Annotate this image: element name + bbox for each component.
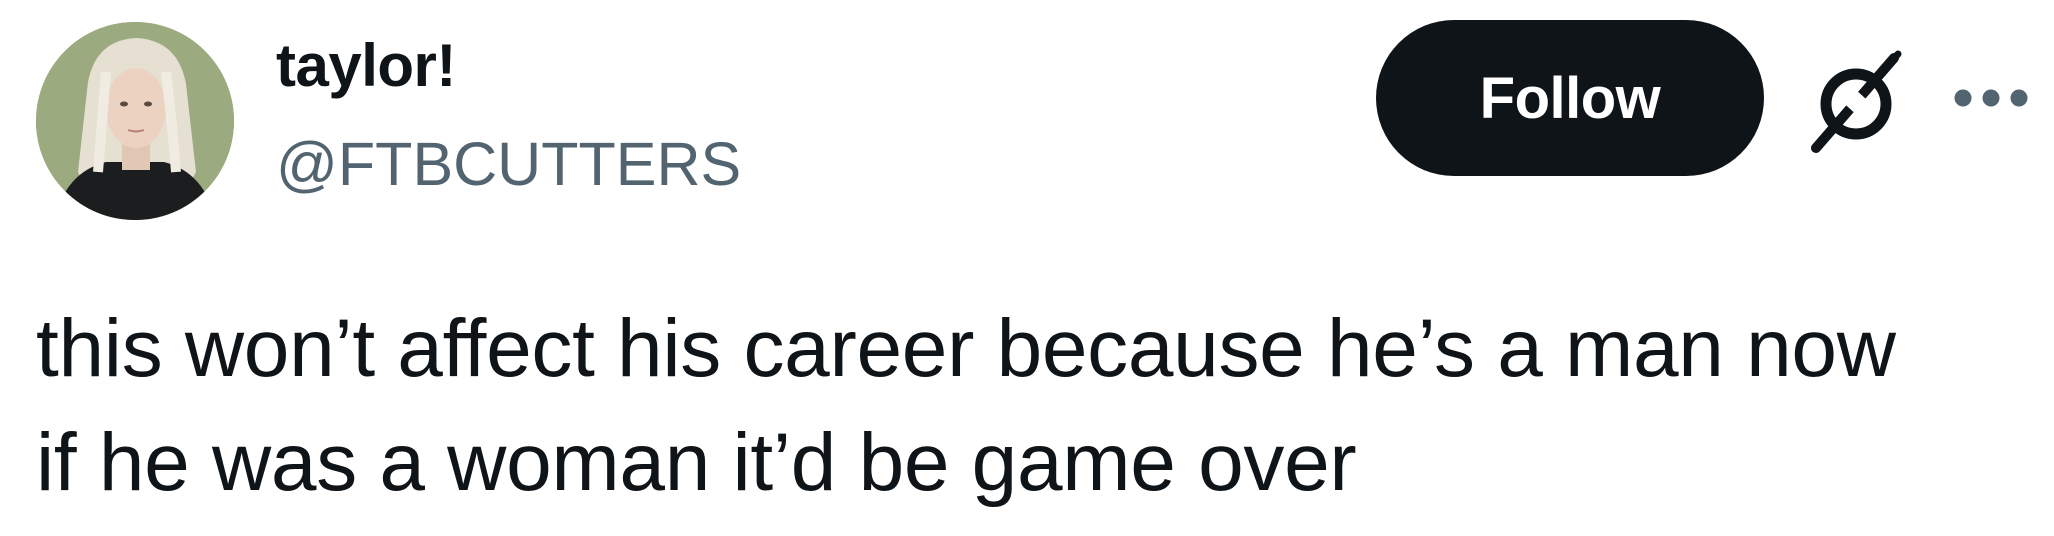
ellipsis-icon bbox=[1954, 89, 2028, 107]
tweet-line: if he was a woman it’d be game over bbox=[36, 417, 1357, 508]
avatar[interactable] bbox=[36, 22, 234, 220]
grok-logo-icon bbox=[1811, 50, 1902, 153]
tweet-line: this won’t affect his career because he’… bbox=[36, 303, 1896, 394]
follow-button[interactable]: Follow bbox=[1376, 20, 1764, 176]
follow-button-label: Follow bbox=[1479, 65, 1661, 131]
profile-photo-icon bbox=[36, 22, 234, 220]
grok-icon[interactable] bbox=[1800, 48, 1910, 158]
user-handle[interactable]: @FTBCUTTERS bbox=[276, 128, 741, 200]
tweet-card: taylor! @FTBCUTTERS Follow this won’t af… bbox=[0, 0, 2054, 536]
more-options-icon[interactable] bbox=[1950, 78, 2032, 118]
tweet-text: this won’t affect his career because he’… bbox=[36, 292, 2046, 520]
display-name[interactable]: taylor! bbox=[276, 30, 456, 102]
